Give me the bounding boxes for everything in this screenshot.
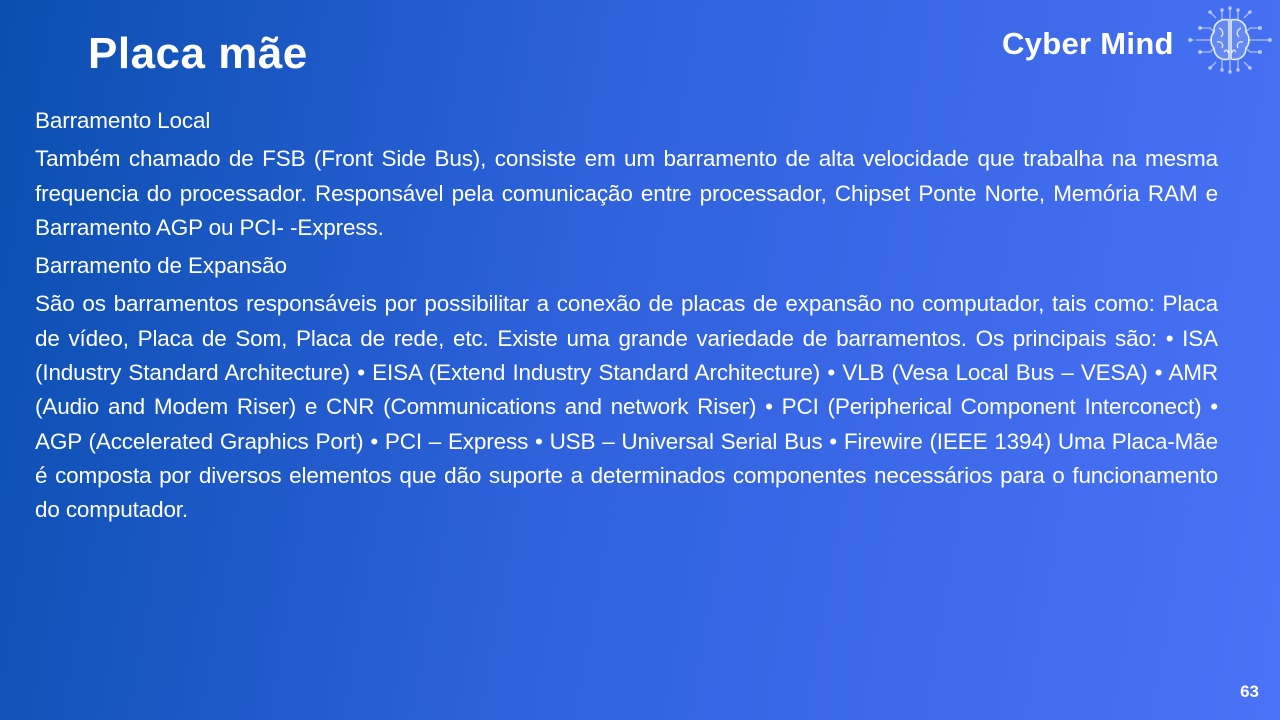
slide-title: Placa mãe xyxy=(88,29,308,78)
page-number: 63 xyxy=(1240,682,1259,701)
slide-body: Barramento Local Também chamado de FSB (… xyxy=(35,104,1218,532)
slide: Placa mãe Cyber Mind Barramento Local Ta… xyxy=(0,0,1280,720)
brain-circuit-icon xyxy=(1188,6,1272,74)
paragraph-barramento-local: Também chamado de FSB (Front Side Bus), … xyxy=(35,146,1218,240)
heading-barramento-local: Barramento Local xyxy=(35,108,211,133)
heading-barramento-expansao: Barramento de Expansão xyxy=(35,253,287,279)
logo-text: Cyber Mind xyxy=(1002,26,1174,61)
paragraph-barramento-expansao: São os barramentos responsáveis por poss… xyxy=(35,291,1218,523)
cyber-mind-logo: Cyber Mind xyxy=(1002,6,1274,74)
